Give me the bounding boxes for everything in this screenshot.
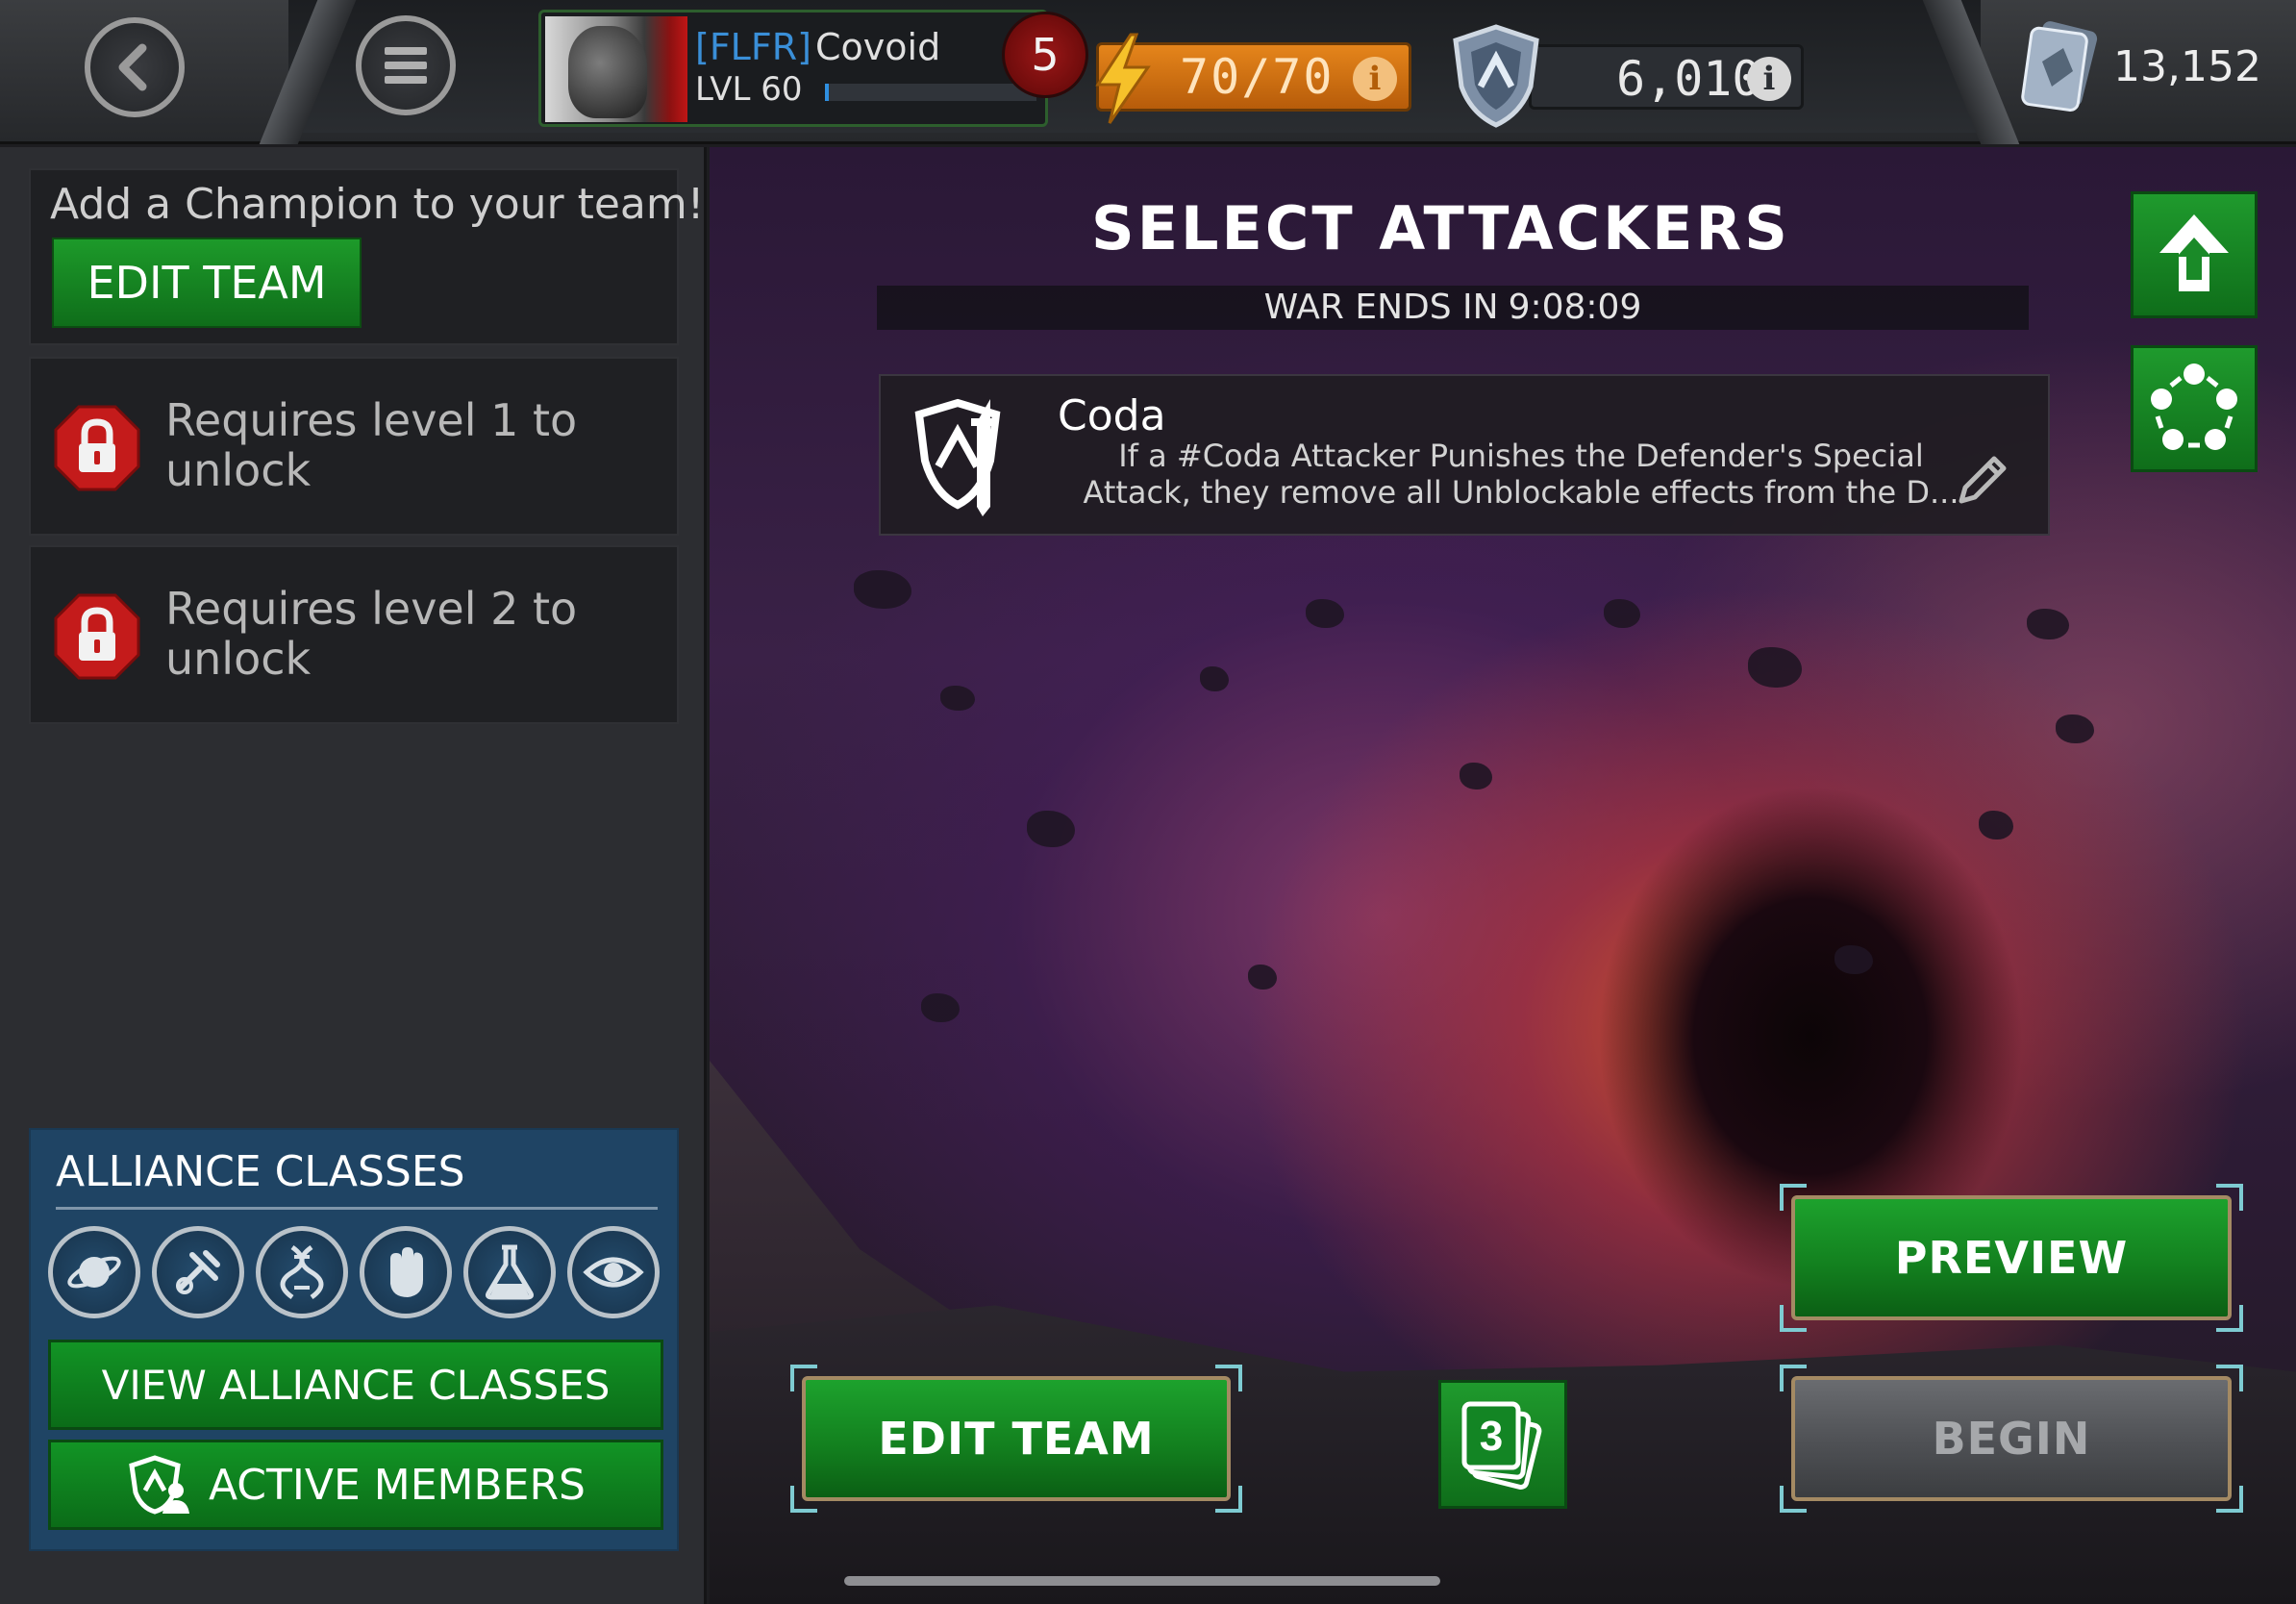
attacker-rotation-button[interactable] <box>2131 345 2258 472</box>
add-champion-text: Add a Champion to your team! <box>50 180 705 229</box>
button-corner <box>790 1365 817 1391</box>
info-icon[interactable]: i <box>1353 57 1397 101</box>
battlechip-icon <box>2021 21 2098 112</box>
button-corner <box>2216 1184 2243 1211</box>
preview-button[interactable]: PREVIEW <box>1780 1184 2243 1332</box>
tactic-name: Coda <box>1058 391 1166 440</box>
avatar <box>545 16 687 122</box>
active-members-label: ACTIVE MEMBERS <box>208 1460 586 1510</box>
button-corner <box>790 1486 817 1513</box>
mystic-icon[interactable] <box>567 1226 660 1318</box>
button-corner <box>1780 1184 1807 1211</box>
team-panel: Add a Champion to your team! EDIT TEAM R… <box>0 147 707 1604</box>
tech-icon[interactable] <box>152 1226 244 1318</box>
war-shield-icon <box>1453 24 1539 128</box>
divider <box>56 1207 658 1210</box>
card-deck-icon: 3 <box>1461 1401 1542 1491</box>
background-asteroid <box>921 993 960 1022</box>
alliance-classes-title: ALLIANCE CLASSES <box>56 1147 465 1196</box>
xp-progress-bar <box>825 84 1036 101</box>
coda-tactic-icon <box>914 398 1001 516</box>
page-title: SELECT ATTACKERS <box>1091 193 1790 263</box>
pencil-edit-icon[interactable] <box>1948 447 2015 514</box>
alliance-classes-panel: ALLIANCE CLASSES VIEW ALLIANCE CLASSES A… <box>29 1128 679 1551</box>
info-icon[interactable]: i <box>1747 57 1791 101</box>
background-asteroid <box>1748 647 1802 688</box>
background-asteroid <box>1248 965 1277 990</box>
war-rating[interactable]: 6,010 i <box>1529 44 1804 110</box>
lock-icon <box>54 405 140 491</box>
team-decks-button[interactable]: 3 <box>1438 1380 1567 1509</box>
button-corner <box>1780 1486 1807 1513</box>
background-asteroid <box>1604 599 1640 628</box>
player-profile[interactable]: [FLFR] Covoid LVL 60 <box>538 10 1048 127</box>
decks-count: 3 <box>1480 1413 1503 1460</box>
begin-label: BEGIN <box>1932 1413 2091 1465</box>
locked-slot-text: Requires level 1 to unlock <box>165 394 578 496</box>
button-corner <box>1780 1305 1807 1332</box>
team-slot-locked: Requires level 2 to unlock <box>29 545 679 724</box>
begin-button[interactable]: BEGIN <box>1780 1365 2243 1513</box>
background-asteroid <box>1979 811 2013 840</box>
background-asteroid <box>1306 599 1344 628</box>
button-corner <box>2216 1365 2243 1391</box>
locked-slot-text: Requires level 2 to unlock <box>165 583 578 685</box>
mutant-icon[interactable] <box>256 1226 348 1318</box>
button-corner <box>2216 1305 2243 1332</box>
background-asteroid <box>1834 945 1873 974</box>
active-members-button[interactable]: ACTIVE MEMBERS <box>48 1440 663 1530</box>
player-name: Covoid <box>815 26 941 68</box>
war-rating-value: 6,010 <box>1616 51 1761 107</box>
background-asteroid <box>940 686 975 711</box>
home-indicator[interactable] <box>844 1576 1440 1586</box>
player-level: LVL 60 <box>695 70 803 109</box>
background-asteroid <box>1027 811 1075 847</box>
rotation-circle-icon <box>2151 363 2237 450</box>
hamburger-menu-icon <box>385 47 427 84</box>
edit-team-label: EDIT TEAM <box>878 1413 1155 1465</box>
button-corner <box>2216 1486 2243 1513</box>
view-alliance-classes-button[interactable]: VIEW ALLIANCE CLASSES <box>48 1340 663 1430</box>
war-tactic-card[interactable]: Coda If a #Coda Attacker Punishes the De… <box>879 374 2050 536</box>
energy-bolt-icon <box>1095 33 1151 124</box>
background-asteroid <box>2056 714 2094 743</box>
battlechip-count: 13,152 <box>2113 42 2261 91</box>
science-icon[interactable] <box>463 1226 556 1318</box>
top-bar: [FLFR] Covoid LVL 60 5 70/70 i 6,010 i 1… <box>0 0 2296 144</box>
edit-team-main-button[interactable]: EDIT TEAM <box>790 1365 1242 1513</box>
menu-button[interactable] <box>356 15 456 115</box>
background-asteroid <box>854 570 911 609</box>
button-corner <box>1215 1365 1242 1391</box>
background-asteroid <box>2027 609 2069 639</box>
background-asteroid <box>1460 763 1492 789</box>
back-button[interactable] <box>85 17 185 117</box>
cosmic-icon[interactable] <box>48 1226 140 1318</box>
preview-label: PREVIEW <box>1894 1232 2129 1284</box>
notification-badge[interactable]: 5 <box>1002 12 1088 98</box>
team-slot-empty: Add a Champion to your team! EDIT TEAM <box>29 168 704 345</box>
boosts-button[interactable] <box>2131 191 2258 318</box>
war-timer-value: 9:08:09 <box>1508 288 1642 327</box>
avatar-face <box>568 26 647 118</box>
tactic-description: If a #Coda Attacker Punishes the Defende… <box>1083 438 1959 511</box>
edit-team-button[interactable]: EDIT TEAM <box>52 238 362 328</box>
lock-icon <box>54 593 140 680</box>
war-attack-screen: SELECT ATTACKERS WAR ENDS IN 9:08:09 Coda… <box>710 147 2296 1604</box>
button-corner <box>1780 1365 1807 1391</box>
shield-user-icon <box>129 1455 189 1515</box>
xp-progress-fill <box>825 84 830 101</box>
alliance-tag: [FLFR] <box>695 26 811 68</box>
team-slot-locked: Requires level 1 to unlock <box>29 357 679 536</box>
war-timer: WAR ENDS IN 9:08:09 <box>877 286 2029 330</box>
button-corner <box>1215 1486 1242 1513</box>
boost-arrows-icon <box>2159 214 2229 291</box>
skill-icon[interactable] <box>360 1226 452 1318</box>
chevron-left-icon <box>118 43 147 91</box>
war-timer-label: WAR ENDS IN <box>1263 288 1499 327</box>
energy-value: 70/70 <box>1180 49 1335 105</box>
background-asteroid <box>1200 666 1229 691</box>
